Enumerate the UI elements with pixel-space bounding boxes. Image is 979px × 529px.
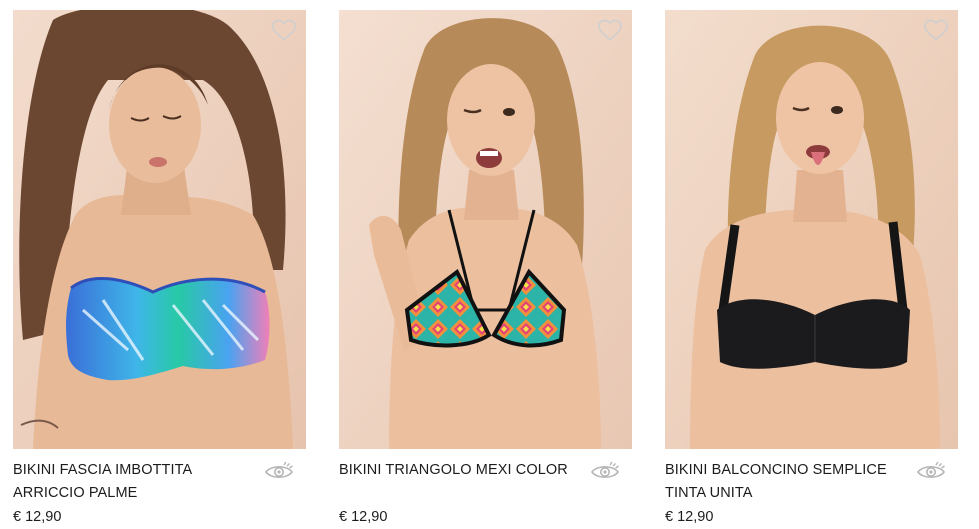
heart-outline-icon[interactable] (597, 18, 623, 42)
product-info: BIKINI FASCIA IMBOTTITA ARRICCIO PALME €… (13, 449, 306, 529)
product-info: BIKINI BALCONCINO SEMPLICE TINTA UNITA €… (665, 449, 958, 529)
product-image[interactable] (339, 10, 632, 449)
product-info: BIKINI TRIANGOLO MEXI COLOR € 12,90 (339, 449, 632, 529)
product-name[interactable]: BIKINI BALCONCINO SEMPLICE TINTA UNITA (665, 459, 905, 505)
eye-icon[interactable] (916, 461, 946, 481)
product-card: BIKINI BALCONCINO SEMPLICE TINTA UNITA €… (665, 10, 958, 529)
product-name[interactable]: BIKINI TRIANGOLO MEXI COLOR (339, 459, 579, 482)
product-image[interactable] (13, 10, 306, 449)
product-grid: BIKINI FASCIA IMBOTTITA ARRICCIO PALME €… (0, 0, 979, 529)
product-card: BIKINI FASCIA IMBOTTITA ARRICCIO PALME €… (13, 10, 306, 529)
product-price: € 12,90 (13, 509, 62, 525)
heart-outline-icon[interactable] (271, 18, 297, 42)
heart-outline-icon[interactable] (923, 18, 949, 42)
eye-icon[interactable] (264, 461, 294, 481)
product-price: € 12,90 (339, 509, 388, 525)
product-price: € 12,90 (665, 509, 714, 525)
product-name[interactable]: BIKINI FASCIA IMBOTTITA ARRICCIO PALME (13, 459, 253, 505)
product-image[interactable] (665, 10, 958, 449)
product-card: BIKINI TRIANGOLO MEXI COLOR € 12,90 (339, 10, 632, 529)
eye-icon[interactable] (590, 461, 620, 481)
product-photo-illustration (339, 10, 632, 449)
product-photo-illustration (665, 10, 958, 449)
product-photo-illustration (13, 10, 306, 449)
